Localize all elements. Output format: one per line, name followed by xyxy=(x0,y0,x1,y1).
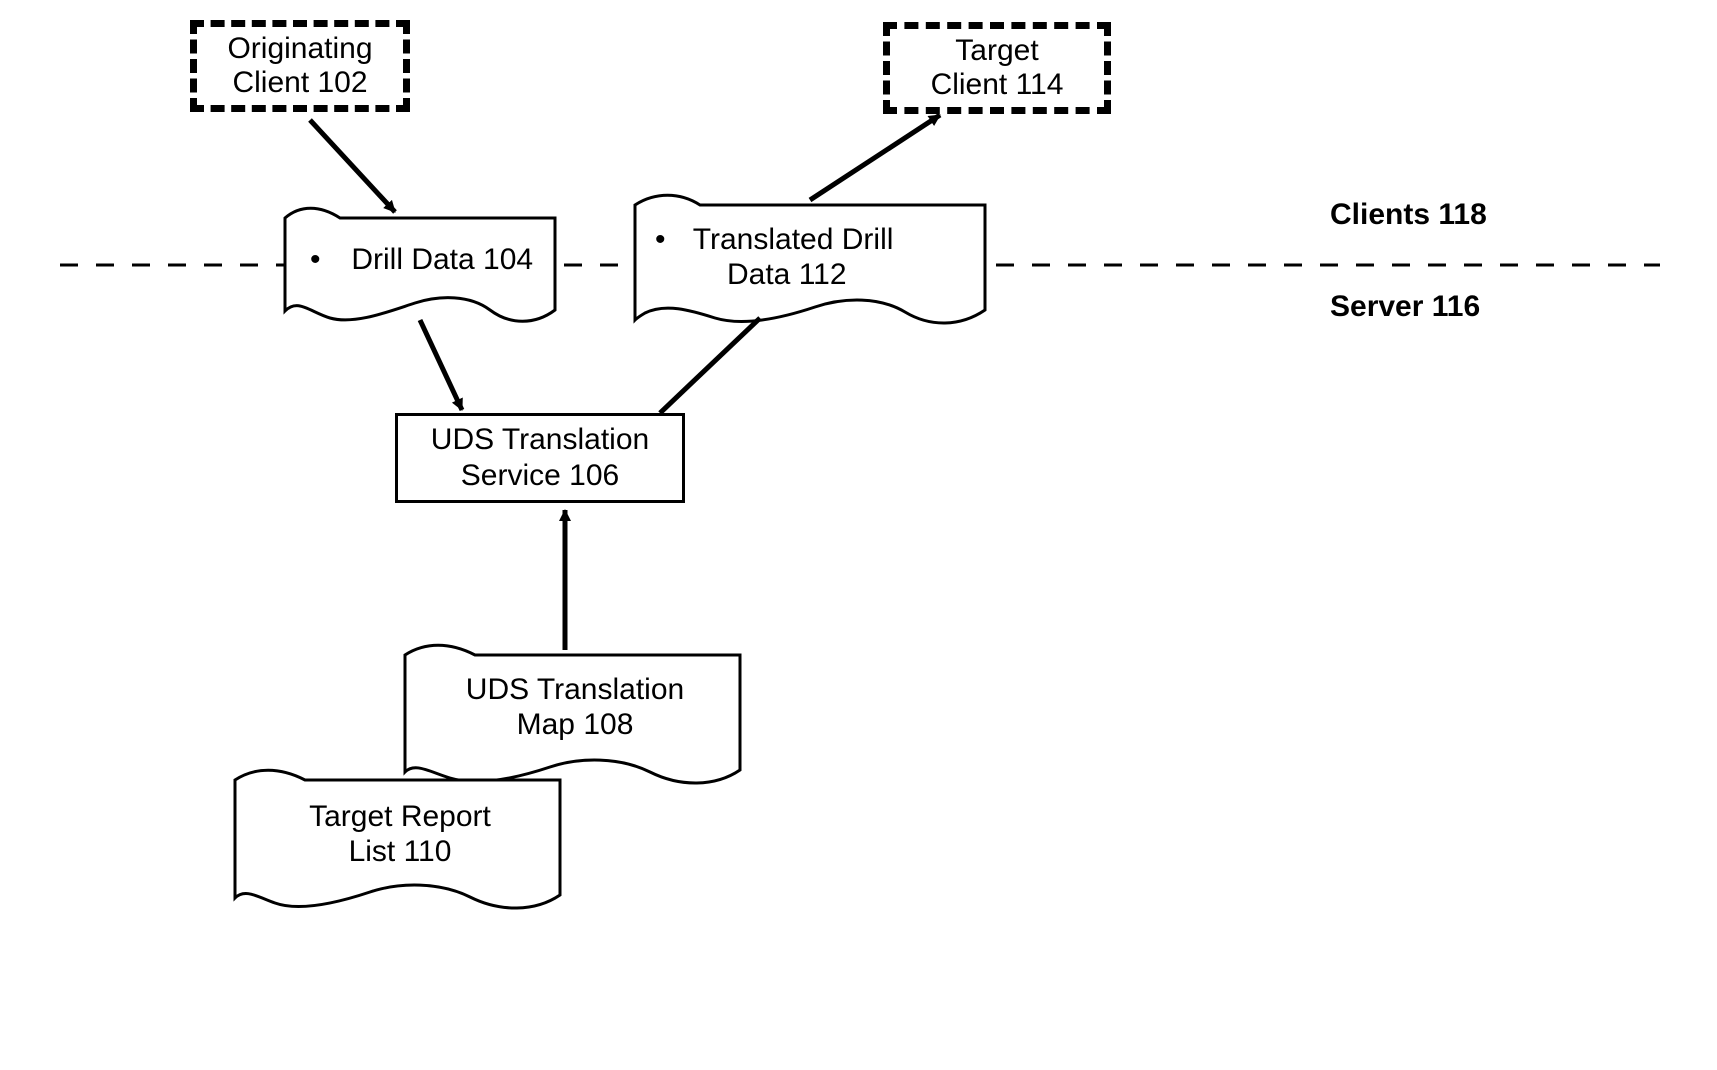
diagram-svg xyxy=(0,0,1717,1070)
drill-data-shape xyxy=(285,208,555,321)
drill-data-text: Drill Data 104 xyxy=(351,243,533,276)
uds-map-line1: UDS Translation xyxy=(420,673,730,708)
arrow-translated-to-target xyxy=(810,115,940,200)
target-report-list-shape xyxy=(235,770,560,908)
uds-service-line1: UDS Translation xyxy=(414,422,666,458)
drill-data-bullet: • xyxy=(310,243,343,278)
target-client-box: Target Client 114 xyxy=(883,22,1111,114)
uds-service-line2: Service 106 xyxy=(414,458,666,494)
clients-region-label: Clients 118 xyxy=(1330,198,1487,232)
target-report-list-label: Target Report List 110 xyxy=(260,800,540,869)
originating-client-box: Originating Client 102 xyxy=(190,20,410,112)
uds-map-line2: Map 108 xyxy=(420,708,730,743)
originating-client-line1: Originating xyxy=(209,32,391,67)
target-client-line1: Target xyxy=(902,34,1092,69)
uds-translation-service-box: UDS Translation Service 106 xyxy=(395,413,685,503)
originating-client-line2: Client 102 xyxy=(209,66,391,101)
arrow-originating-to-drill xyxy=(310,120,395,212)
target-report-line1: Target Report xyxy=(260,800,540,835)
uds-map-shape xyxy=(405,645,740,783)
target-report-line2: List 110 xyxy=(260,835,540,870)
translated-drill-line1: Translated Drill xyxy=(693,223,894,256)
translated-drill-bullet: • xyxy=(655,223,685,258)
arrow-service-to-translated xyxy=(660,318,760,413)
server-region-label: Server 116 xyxy=(1330,290,1480,324)
uds-map-label: UDS Translation Map 108 xyxy=(420,673,730,742)
drill-data-label: • Drill Data 104 xyxy=(310,243,550,278)
translated-drill-data-shape xyxy=(635,195,985,323)
target-client-line2: Client 114 xyxy=(902,68,1092,103)
translated-drill-data-label: • Translated Drill Data 112 xyxy=(655,223,975,292)
arrow-drill-to-service xyxy=(420,320,462,410)
diagram-canvas: Originating Client 102 Target Client 114… xyxy=(0,0,1717,1070)
translated-drill-line2: Data 112 xyxy=(655,258,975,293)
